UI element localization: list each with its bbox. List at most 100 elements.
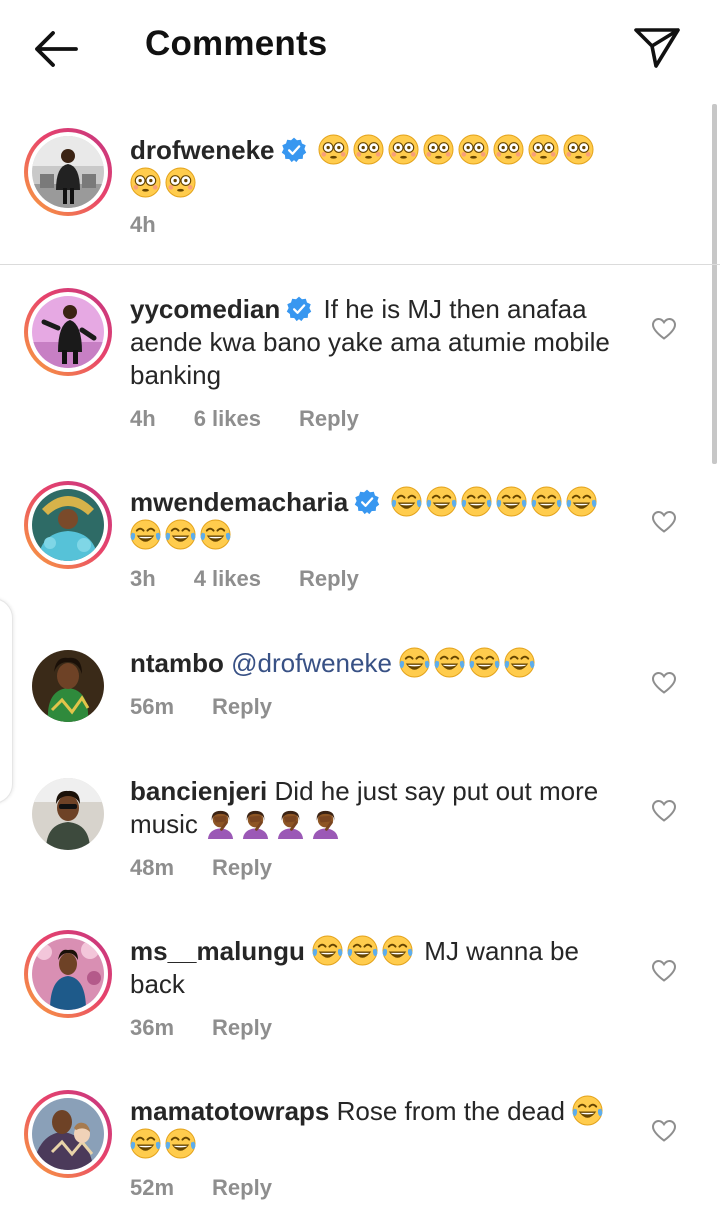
like-count[interactable]: 4 likes	[194, 566, 261, 591]
tears-of-joy-emoji	[572, 1095, 603, 1126]
comment-text: Rose from the dead	[336, 1096, 565, 1126]
reply-button[interactable]: Reply	[299, 566, 359, 591]
avatar[interactable]	[32, 650, 104, 722]
comment-text-block: ntambo @drofweneke	[130, 647, 630, 680]
mention-link[interactable]: @drofweneke	[231, 648, 392, 678]
share-button[interactable]	[628, 22, 684, 72]
heart-outline-icon	[651, 671, 677, 695]
reply-button[interactable]: Reply	[212, 1175, 272, 1200]
comment-text-block: yycomedian If he is MJ then anafaa aende…	[130, 293, 620, 392]
username[interactable]: bancienjeri	[130, 776, 267, 806]
comment-meta: 56m Reply	[130, 694, 310, 720]
woman-facepalming-emoji	[205, 808, 236, 839]
like-button[interactable]	[651, 1119, 677, 1143]
header-bar: Comments	[0, 0, 720, 96]
caption-meta: 4h	[130, 212, 194, 238]
reply-button[interactable]: Reply	[212, 855, 272, 880]
tears-of-joy-emoji	[130, 519, 161, 550]
post-caption: drofweneke 4h	[0, 104, 720, 264]
heart-outline-icon	[651, 1119, 677, 1143]
timestamp: 3h	[130, 566, 156, 591]
username[interactable]: mwendemacharia	[130, 487, 348, 517]
username[interactable]: mamatotowraps	[130, 1096, 329, 1126]
comment-meta: 48m Reply	[130, 855, 310, 881]
username[interactable]: drofweneke	[130, 135, 275, 165]
comment-emoji-text	[205, 809, 345, 839]
verified-badge-icon	[354, 489, 380, 515]
flushed-face-emoji	[130, 167, 161, 198]
paper-plane-icon	[634, 28, 680, 68]
comment-meta: 3h 4 likes Reply	[130, 566, 397, 592]
comment-text-block: ms__malungu MJ wanna be back	[130, 935, 630, 1001]
comment-text-block: bancienjeri Did he just say put out more…	[130, 775, 630, 841]
tears-of-joy-emoji	[504, 647, 535, 678]
tears-of-joy-emoji	[130, 1128, 161, 1159]
reply-button[interactable]: Reply	[212, 1015, 272, 1040]
username[interactable]: ntambo	[130, 648, 224, 678]
flushed-face-emoji	[318, 134, 349, 165]
avatar[interactable]	[24, 288, 112, 376]
comment-emoji-text	[399, 648, 539, 678]
tears-of-joy-emoji	[312, 935, 343, 966]
like-button[interactable]	[651, 317, 677, 341]
username[interactable]: ms__malungu	[130, 936, 305, 966]
comment-meta: 4h 6 likes Reply	[130, 406, 397, 432]
divider	[0, 264, 720, 265]
heart-outline-icon	[651, 959, 677, 983]
like-button[interactable]	[651, 510, 677, 534]
avatar[interactable]	[32, 778, 104, 850]
flushed-face-emoji	[388, 134, 419, 165]
flushed-face-emoji	[458, 134, 489, 165]
tears-of-joy-emoji	[200, 519, 231, 550]
flushed-face-emoji	[423, 134, 454, 165]
woman-facepalming-emoji	[310, 808, 341, 839]
side-panel-edge	[0, 598, 13, 804]
tears-of-joy-emoji	[426, 486, 457, 517]
flushed-face-emoji	[563, 134, 594, 165]
verified-badge-icon	[286, 296, 312, 322]
tears-of-joy-emoji	[391, 486, 422, 517]
page-title: Comments	[145, 24, 328, 63]
tears-of-joy-emoji	[165, 1128, 196, 1159]
tears-of-joy-emoji	[461, 486, 492, 517]
avatar[interactable]	[24, 930, 112, 1018]
heart-outline-icon	[651, 799, 677, 823]
like-button[interactable]	[651, 671, 677, 695]
heart-outline-icon	[651, 317, 677, 341]
comment-meta: 52m Reply	[130, 1175, 310, 1201]
timestamp: 36m	[130, 1015, 175, 1040]
tears-of-joy-emoji	[531, 486, 562, 517]
tears-of-joy-emoji	[434, 647, 465, 678]
tears-of-joy-emoji	[347, 935, 378, 966]
heart-outline-icon	[651, 510, 677, 534]
avatar[interactable]	[24, 128, 112, 216]
caption-text-block: drofweneke	[130, 134, 630, 200]
comment-text-block: mamatotowraps Rose from the dead	[130, 1095, 630, 1161]
comment-emoji-text	[312, 936, 417, 966]
tears-of-joy-emoji	[566, 486, 597, 517]
like-button[interactable]	[651, 799, 677, 823]
verified-badge-icon	[281, 137, 307, 163]
reply-button[interactable]: Reply	[299, 406, 359, 431]
woman-facepalming-emoji	[240, 808, 271, 839]
avatar[interactable]	[24, 481, 112, 569]
tears-of-joy-emoji	[399, 647, 430, 678]
tears-of-joy-emoji	[382, 935, 413, 966]
avatar[interactable]	[24, 1090, 112, 1178]
tears-of-joy-emoji	[165, 519, 196, 550]
woman-facepalming-emoji	[275, 808, 306, 839]
flushed-face-emoji	[165, 167, 196, 198]
tears-of-joy-emoji	[496, 486, 527, 517]
username[interactable]: yycomedian	[130, 294, 280, 324]
timestamp: 56m	[130, 694, 175, 719]
arrow-left-icon	[35, 31, 78, 67]
back-button[interactable]	[26, 24, 86, 74]
timestamp: 52m	[130, 1175, 175, 1200]
flushed-face-emoji	[353, 134, 384, 165]
timestamp: 4h	[130, 406, 156, 431]
comment-text-block: mwendemacharia	[130, 486, 630, 552]
flushed-face-emoji	[528, 134, 559, 165]
like-button[interactable]	[651, 959, 677, 983]
like-count[interactable]: 6 likes	[194, 406, 261, 431]
reply-button[interactable]: Reply	[212, 694, 272, 719]
